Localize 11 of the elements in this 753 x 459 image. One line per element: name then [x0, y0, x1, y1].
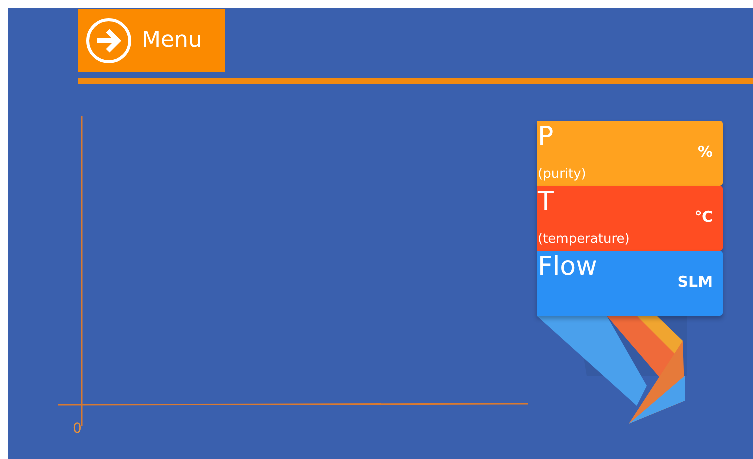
- legend-symbol: Flow: [538, 251, 598, 283]
- legend-unit: %: [698, 143, 713, 161]
- legend-unit: ℃: [694, 208, 713, 226]
- arrow-circle-icon: [86, 18, 132, 64]
- legend-unit: SLM: [678, 273, 713, 291]
- legend-description: (temperature): [538, 232, 630, 247]
- legend-symbol: P: [538, 121, 554, 153]
- legend-description: (purity): [538, 167, 586, 182]
- axis-label: 0: [73, 421, 82, 437]
- legend-symbol: T: [538, 186, 554, 218]
- menu-button[interactable]: Menu: [78, 9, 225, 72]
